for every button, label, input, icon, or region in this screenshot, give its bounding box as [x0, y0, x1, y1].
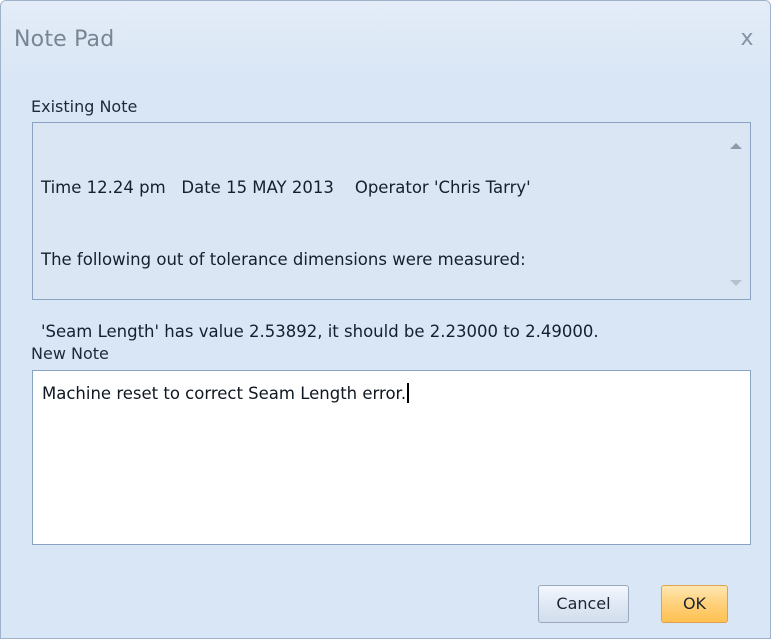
close-icon[interactable]: x — [733, 25, 761, 53]
new-note-value: Machine reset to correct Seam Length err… — [42, 384, 407, 403]
window-title: Note Pad — [14, 27, 115, 52]
existing-note-textarea[interactable]: Time 12.24 pm Date 15 MAY 2013 Operator … — [32, 122, 751, 341]
existing-note-line: 'Seam Length' has value 2.53892, it shou… — [41, 322, 599, 341]
existing-note-text: Time 12.24 pm Date 15 MAY 2013 Operator … — [41, 128, 721, 392]
note-pad-dialog: Note Pad x Existing Note Time 12.24 pm D… — [0, 0, 771, 639]
vertical-scrollbar[interactable] — [722, 123, 750, 299]
new-note-textarea[interactable]: Machine reset to correct Seam Length err… — [32, 370, 751, 545]
title-bar[interactable]: Note Pad x — [1, 1, 770, 78]
existing-note-line: Time 12.24 pm Date 15 MAY 2013 Operator … — [41, 178, 531, 197]
text-caret — [407, 383, 409, 403]
new-note-label: New Note — [31, 344, 109, 363]
existing-note-label: Existing Note — [31, 97, 138, 116]
new-note-content: Machine reset to correct Seam Length err… — [42, 382, 409, 406]
ok-button[interactable]: OK — [661, 585, 728, 623]
existing-note-line: The following out of tolerance dimension… — [41, 250, 526, 269]
scroll-down-arrow-icon[interactable] — [730, 280, 742, 286]
scroll-up-arrow-icon[interactable] — [730, 143, 742, 149]
cancel-button[interactable]: Cancel — [538, 585, 629, 623]
